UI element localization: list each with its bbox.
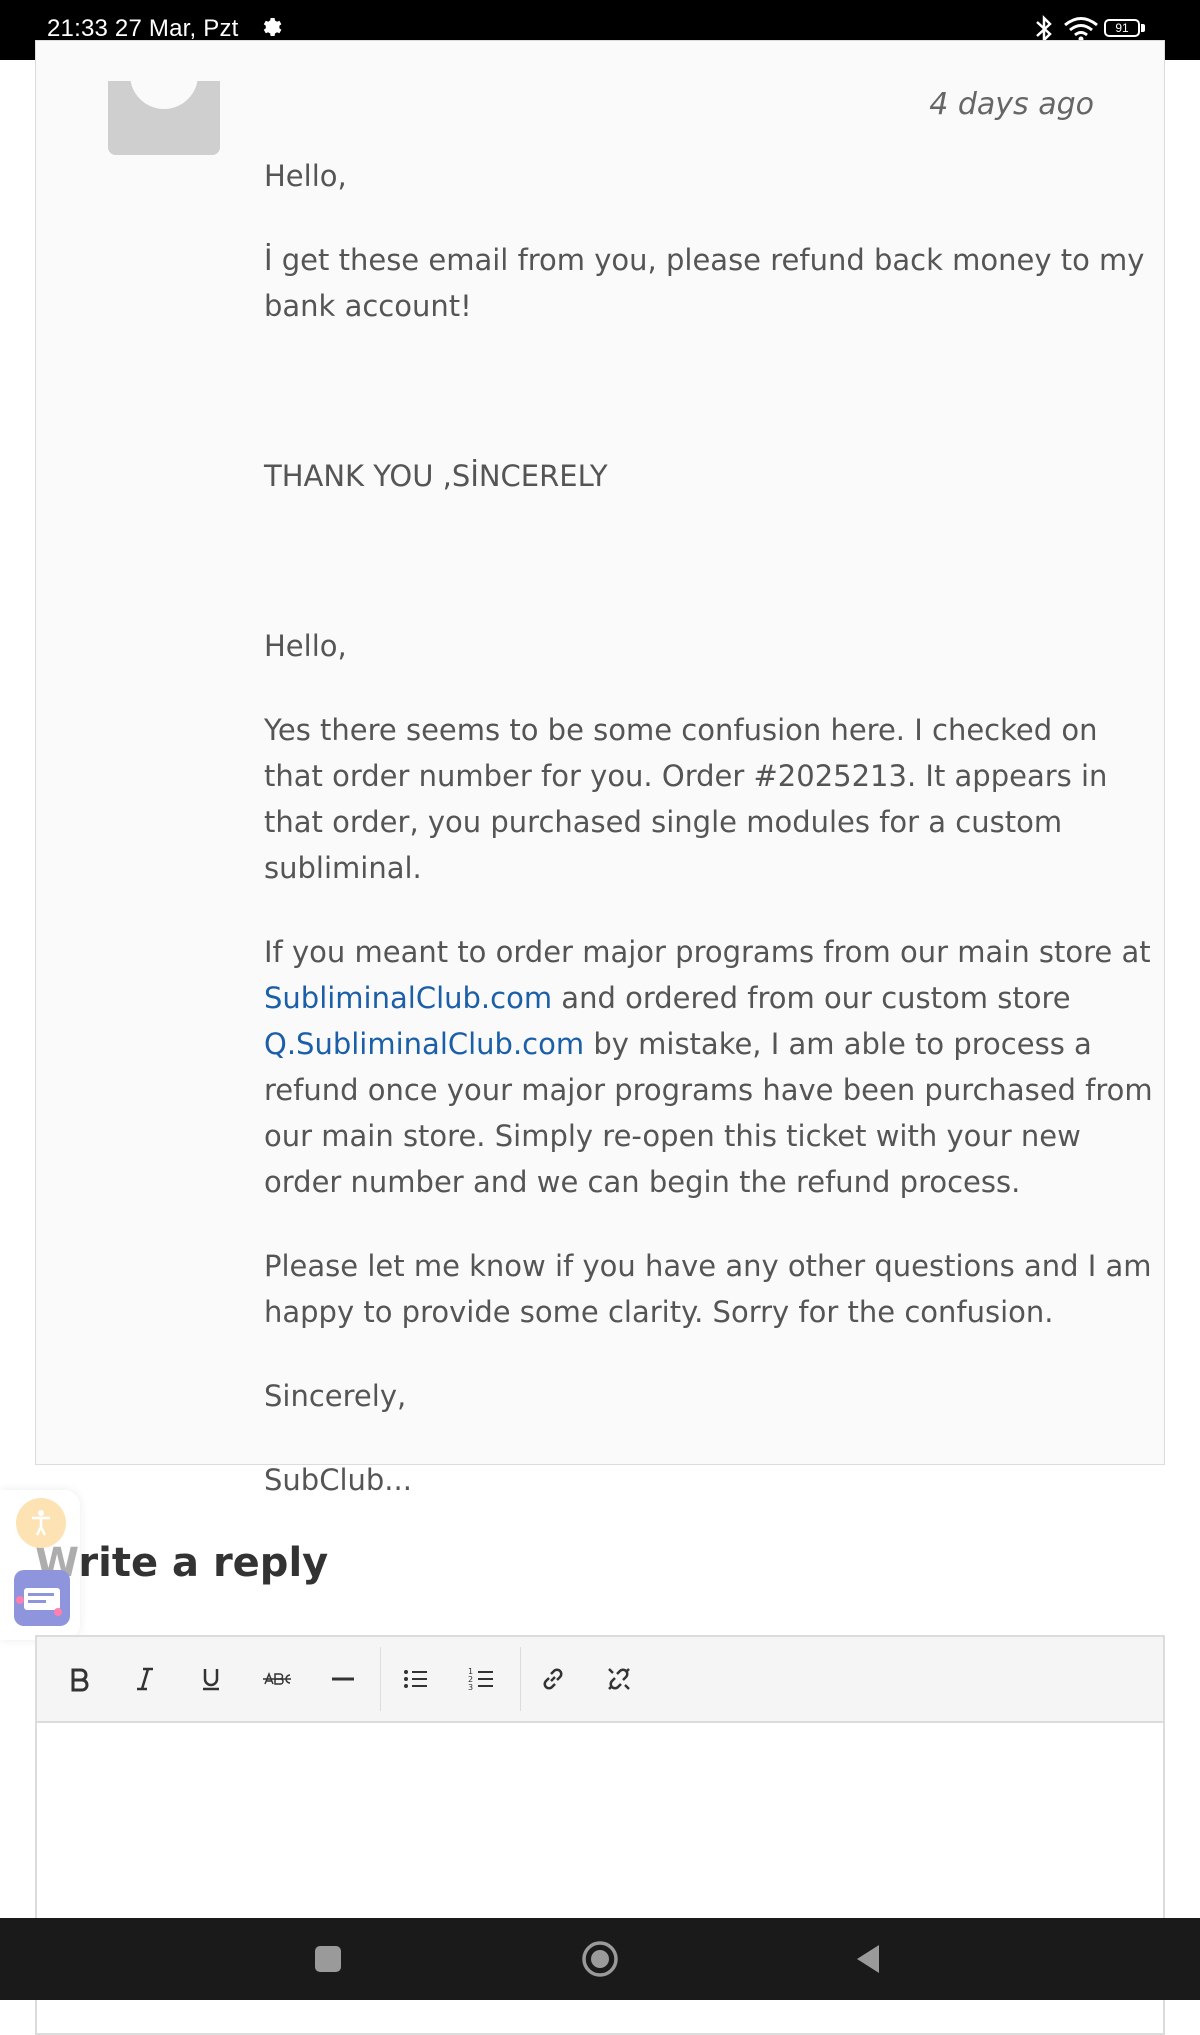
comment-card: 4 days ago Hello, İ get these email from… — [35, 40, 1165, 1497]
accessibility-button[interactable] — [16, 1498, 66, 1548]
editor-toolbar: 123 — [37, 1637, 1163, 1723]
underline-button[interactable] — [189, 1657, 233, 1701]
recent-apps-icon[interactable] — [307, 1938, 349, 1980]
system-nav-bar — [0, 1918, 1200, 2000]
unlink-icon — [608, 1668, 630, 1690]
horizontal-rule-button[interactable] — [321, 1657, 365, 1701]
wifi-icon — [1064, 17, 1098, 42]
italic-icon — [137, 1667, 153, 1691]
settings-gear-icon — [263, 18, 282, 36]
battery-level: 91 — [1115, 21, 1129, 35]
bullet-list-icon — [404, 1670, 427, 1688]
bold-icon — [71, 1668, 89, 1692]
link-button[interactable] — [531, 1657, 575, 1701]
toolbar-divider — [520, 1647, 521, 1711]
numbered-list-button[interactable]: 123 — [459, 1657, 503, 1701]
link-subliminalclub[interactable]: SubliminalClub.com — [264, 981, 552, 1015]
strikethrough-icon — [263, 1671, 291, 1685]
toolbar-divider — [380, 1647, 381, 1711]
chat-icon — [16, 1588, 62, 1616]
comment-body: Hello, İ get these email from you, pleas… — [264, 153, 1164, 1541]
chat-widget-button[interactable] — [14, 1570, 70, 1626]
status-time: 21:33 27 Mar, Pzt — [47, 15, 239, 42]
agent-closing: Sincerely, — [264, 1379, 407, 1413]
numbered-list-icon: 123 — [468, 1667, 493, 1692]
battery-indicator: 91 — [1104, 19, 1146, 39]
bold-button[interactable] — [57, 1657, 101, 1701]
agent-signature: SubClub... — [264, 1463, 412, 1497]
home-icon[interactable] — [579, 1938, 621, 1980]
accessibility-icon — [32, 1510, 50, 1536]
agent-paragraph-3: Please let me know if you have any other… — [264, 1249, 1152, 1329]
customer-signoff: THANK YOU ,SİNCERELY — [264, 459, 608, 493]
agent-paragraph-2: If you meant to order major programs fro… — [264, 929, 1164, 1205]
agent-paragraph-2-text-b: and ordered from our custom store — [552, 981, 1071, 1015]
comment-timestamp: 4 days ago — [929, 87, 1094, 122]
horizontal-rule-icon — [332, 1677, 354, 1681]
agent-paragraph-2-text-a: If you meant to order major programs fro… — [264, 935, 1151, 969]
back-icon[interactable] — [848, 1938, 890, 1980]
customer-greeting: Hello, — [264, 159, 347, 193]
link-q-subliminalclub[interactable]: Q.SubliminalClub.com — [264, 1027, 584, 1061]
italic-button[interactable] — [123, 1657, 167, 1701]
unlink-button[interactable] — [597, 1657, 641, 1701]
strikethrough-button[interactable] — [255, 1657, 299, 1701]
customer-message: İ get these email from you, please refun… — [264, 243, 1145, 323]
avatar — [108, 81, 220, 155]
underline-icon — [203, 1669, 219, 1691]
svg-text:3: 3 — [468, 1683, 473, 1692]
agent-paragraph-1: Yes there seems to be some confusion her… — [264, 713, 1108, 885]
bullet-list-button[interactable] — [393, 1657, 437, 1701]
agent-greeting: Hello, — [264, 629, 347, 663]
link-icon — [543, 1668, 563, 1690]
